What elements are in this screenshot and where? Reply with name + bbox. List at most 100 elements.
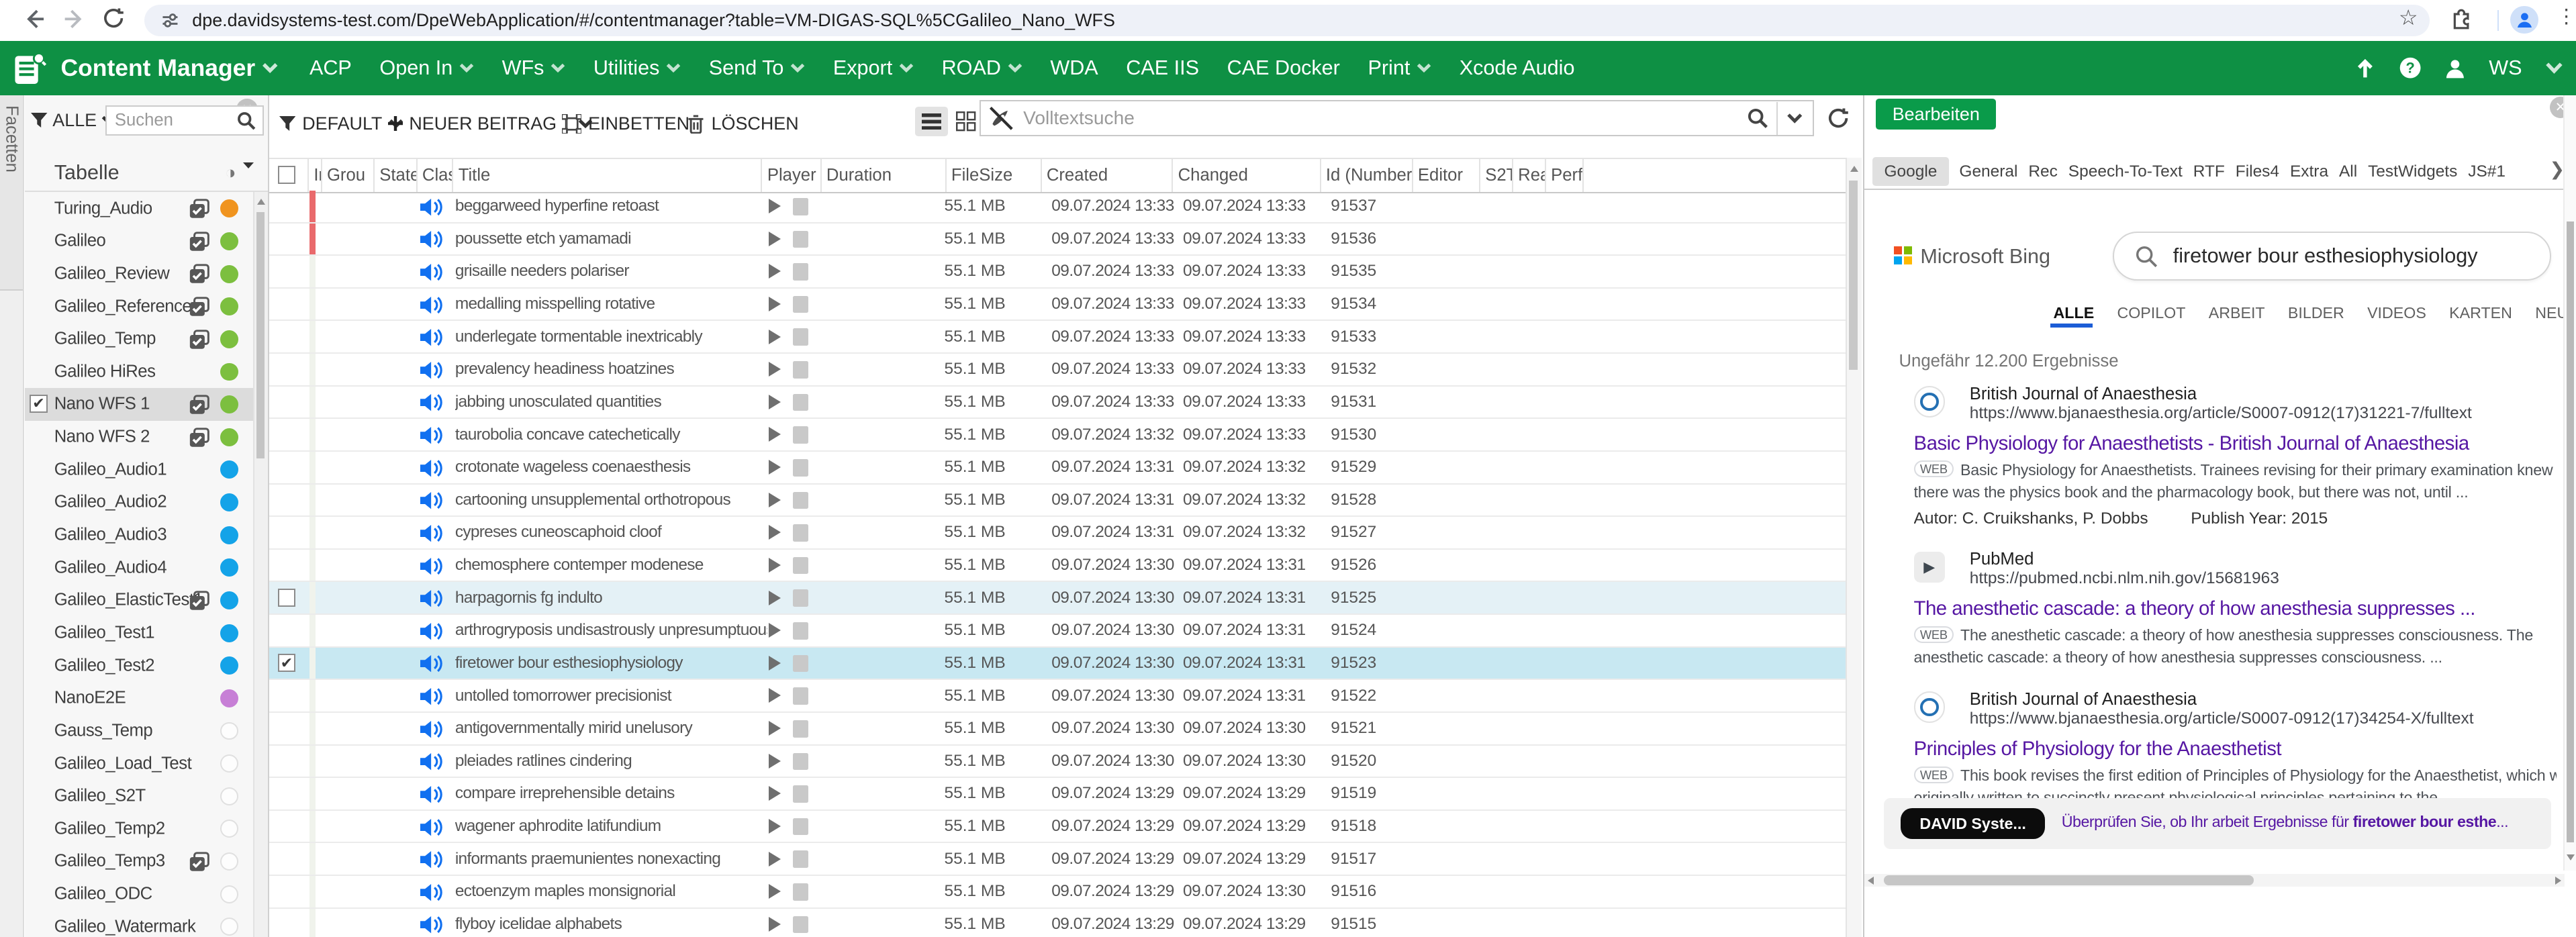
david-systems-banner[interactable]: DAVID Syste... Überprüfen Sie, ob Ihr ar… (1884, 798, 2551, 849)
item-checkbox[interactable] (30, 395, 48, 413)
sidebar-table-item[interactable]: Galileo HiRes (25, 356, 255, 389)
back-icon[interactable] (21, 7, 46, 32)
play-button[interactable] (769, 232, 781, 246)
column-header[interactable]: Player (762, 159, 821, 192)
reload-icon[interactable] (102, 7, 125, 30)
stop-button[interactable] (793, 687, 808, 705)
panel-tab[interactable]: RTF (2193, 157, 2225, 186)
sidebar-table-item[interactable]: Galileo_Test2 (25, 649, 255, 682)
play-button[interactable] (769, 754, 781, 769)
play-button[interactable] (769, 558, 781, 573)
play-button[interactable] (769, 884, 781, 899)
scrollbar-thumb[interactable] (1849, 181, 1857, 369)
sidebar-table-item[interactable]: Galileo_Review (25, 258, 255, 291)
sidebar-table-item[interactable]: Galileo_Temp3 (25, 845, 255, 878)
user-icon[interactable] (2444, 58, 2466, 79)
scrollbar-thumb[interactable] (1884, 875, 2254, 885)
column-header[interactable]: Id (Number) (1321, 159, 1413, 192)
sidebar-table-item[interactable]: Galileo_Audio3 (25, 519, 255, 552)
sidebar-table-item[interactable]: Galileo_ElasticTest1 (25, 584, 255, 617)
refresh-icon[interactable] (1827, 107, 1850, 130)
sidebar-table-item[interactable]: Galileo (25, 225, 255, 258)
stop-button[interactable] (793, 883, 808, 901)
result-title-link[interactable]: Basic Physiology for Anaesthetists - Bri… (1914, 432, 2557, 455)
chevron-down-icon[interactable] (1786, 113, 1803, 124)
play-button[interactable] (769, 330, 781, 344)
column-header[interactable]: Ir (309, 159, 322, 192)
sidebar-scrollbar[interactable] (253, 192, 268, 937)
search-icon[interactable] (2135, 245, 2158, 268)
result-title-link[interactable]: The anesthetic cascade: a theory of how … (1914, 597, 2557, 620)
chevron-down-icon[interactable] (262, 62, 278, 74)
bing-tab[interactable]: ALLE (2054, 304, 2095, 322)
edit-button[interactable]: Bearbeiten (1876, 99, 1996, 130)
table-row[interactable]: wagener aphrodite latifundium 55.1 MB 09… (269, 811, 1846, 844)
sidebar-table-item[interactable]: Galileo_Load_Test (25, 747, 255, 780)
stop-button[interactable] (793, 655, 808, 673)
menubar-item[interactable]: WDA (1050, 56, 1098, 80)
panel-tab[interactable]: TestWidgets (2368, 157, 2457, 186)
grid-scrollbar[interactable] (1846, 158, 1862, 937)
play-button[interactable] (769, 427, 781, 442)
bing-tab[interactable]: COPILOT (2117, 304, 2185, 322)
sidebar-table-item[interactable]: Galileo_Audio2 (25, 486, 255, 519)
dropdown-triangle-icon[interactable] (243, 162, 254, 168)
banner-text[interactable]: Überprüfen Sie, ob Ihr arbeit Ergebnisse… (2062, 813, 2542, 831)
sidebar-table-item[interactable]: NanoE2E (25, 682, 255, 715)
column-header[interactable]: S2T (1480, 159, 1513, 192)
table-row[interactable]: firetower bour esthesiophysiology 55.1 M… (269, 648, 1846, 681)
play-button[interactable] (769, 525, 781, 540)
app-title[interactable]: Content Manager (61, 54, 256, 82)
search-icon[interactable] (1747, 107, 1768, 129)
result-url[interactable]: https://www.bjanaesthesia.org/article/S0… (1970, 404, 2557, 423)
fulltext-search-input[interactable] (1023, 107, 1747, 129)
play-button[interactable] (769, 362, 781, 377)
table-row[interactable]: chemosphere contemper modenese 55.1 MB 0… (269, 550, 1846, 583)
facet-filter-button[interactable]: ALLE (31, 110, 116, 131)
facets-label[interactable]: Facetten (1, 105, 21, 172)
panel-vertical-scrollbar[interactable] (2563, 95, 2576, 871)
panel-tab[interactable]: Google (1872, 157, 1948, 186)
url-text[interactable]: dpe.davidsystems-test.com/DpeWebApplicat… (192, 10, 1115, 31)
play-button[interactable] (769, 721, 781, 736)
browser-profile-avatar[interactable] (2510, 6, 2538, 34)
sidebar-table-item[interactable]: Nano WFS 1 (25, 388, 255, 421)
table-row[interactable]: taurobolia concave catechetically 55.1 M… (269, 419, 1846, 452)
column-header[interactable]: Read (1513, 159, 1546, 192)
scrollbar-thumb[interactable] (2567, 221, 2574, 842)
menubar-item[interactable]: ROAD (942, 56, 1022, 80)
result-url[interactable]: https://www.bjanaesthesia.org/article/S0… (1970, 709, 2557, 728)
play-button[interactable] (769, 688, 781, 703)
column-header[interactable]: Changed (1173, 159, 1321, 192)
menubar-item[interactable]: Xcode Audio (1460, 56, 1575, 80)
column-header[interactable]: Class (418, 159, 454, 192)
play-button[interactable] (769, 591, 781, 605)
table-row[interactable]: flyboy icelidae alphabets 55.1 MB 09.07.… (269, 909, 1846, 937)
column-header[interactable]: Duration (822, 159, 947, 192)
table-row[interactable]: pleiades ratlines cindering 55.1 MB 09.0… (269, 746, 1846, 779)
select-all-checkbox[interactable] (278, 166, 296, 184)
panel-tab[interactable]: JS#1 (2468, 157, 2506, 186)
column-header[interactable]: Perfe (1546, 159, 1584, 192)
play-button[interactable] (769, 460, 781, 475)
embed-button[interactable]: EINBETTEN (562, 113, 689, 134)
play-button[interactable] (769, 819, 781, 834)
panel-tab[interactable]: Rec (2028, 157, 2058, 186)
stop-button[interactable] (793, 263, 808, 281)
stop-button[interactable] (793, 622, 808, 640)
stop-button[interactable] (793, 557, 808, 575)
panel-tab[interactable]: Files4 (2236, 157, 2279, 186)
menubar-item[interactable]: Export (833, 56, 914, 80)
table-row[interactable]: prevalency headiness hoatzines 55.1 MB 0… (269, 354, 1846, 387)
result-title-link[interactable]: Principles of Physiology for the Anaesth… (1914, 738, 2557, 760)
user-initials[interactable]: WS (2489, 56, 2522, 80)
table-row[interactable]: jabbing unosculated quantities 55.1 MB 0… (269, 387, 1846, 420)
bookmark-star-icon[interactable]: ☆ (2399, 5, 2418, 30)
tabs-overflow-chevron[interactable]: ❯ (2550, 159, 2565, 180)
table-row[interactable]: crotonate wageless coenaesthesis 55.1 MB… (269, 452, 1846, 485)
stop-button[interactable] (793, 394, 808, 411)
sidebar-table-item[interactable]: Nano WFS 2 (25, 421, 255, 454)
panel-horizontal-scrollbar[interactable] (1864, 874, 2565, 887)
menubar-item[interactable]: Print (1368, 56, 1431, 80)
column-header[interactable]: Created (1042, 159, 1174, 192)
